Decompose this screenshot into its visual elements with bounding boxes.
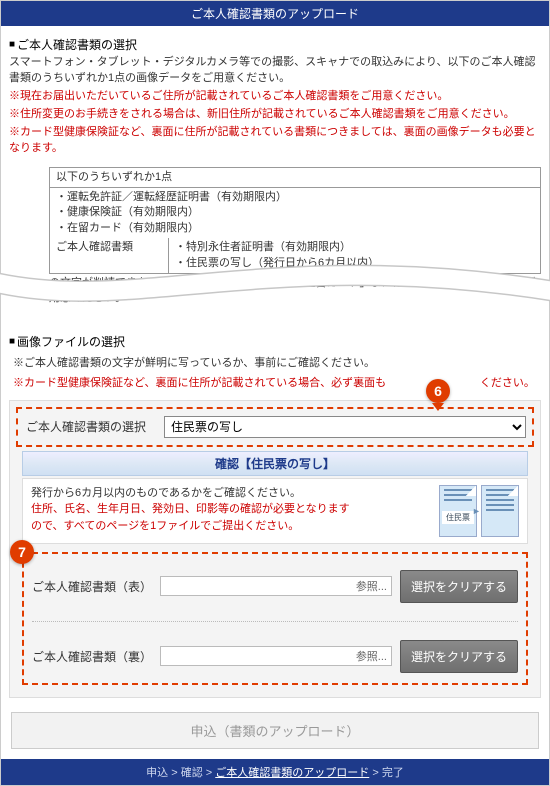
section1-desc: スマートフォン・タブレット・デジタルカメラ等での撮影、スキャナでの取込みにより、… (9, 55, 541, 87)
section-doc-select: ご本人確認書類の選択 スマートフォン・タブレット・デジタルカメラ等での撮影、スキ… (1, 26, 549, 163)
browse-text: 参照... (356, 648, 387, 664)
footer-step4: 完了 (382, 767, 404, 779)
section2-note2a: ※カード型健康保険証など、裏面に住所が記載されている場合、必ず裏面も (13, 377, 386, 389)
section1-warn2: ※住所変更のお手続きをされる場合は、新旧住所が記載されているご本人確認書類をご用… (9, 107, 541, 123)
upload-row-front: ご本人確認書類（表） 参照... 選択をクリアする (32, 564, 518, 609)
section1-warn1: ※現在お届出いただいているご住所が記載されているご本人確認書類をご用意ください。 (9, 89, 541, 105)
section2-note2b: ください。 (480, 377, 535, 389)
upload-front-input[interactable]: 参照... (160, 576, 392, 596)
doc-opt: ・住民票の写し（発行日から6カ月以内） (175, 256, 534, 271)
doc-side-label: ご本人確認書類 (49, 238, 169, 274)
confirm-line2: 住所、氏名、生年月日、発効日、印影等の確認が必要となります (31, 501, 429, 518)
doc-table-body: ・運転免許証／運転経歴証明書（有効期限内） ・健康保険証（有効期限内） ・在留カ… (49, 188, 541, 238)
confirm-bar: 確認【住民票の写し】 (22, 451, 528, 476)
doc-table-body2: ・特別永住者証明書（有効期限内） ・住民票の写し（発行日から6カ月以内） (169, 238, 541, 274)
callout-6: 6 (426, 379, 450, 403)
section2-note2: ※カード型健康保険証など、裏面に住所が記載されている場合、必ず裏面も アップロー… (1, 376, 549, 396)
section2-note1: ※ご本人確認書類の文字が鮮明に写っているか、事前にご確認ください。 (1, 356, 549, 376)
callout-7: 7 (10, 540, 34, 564)
sheet-back-icon (481, 485, 519, 537)
confirm-body: 発行から6カ月以内のものであるかをご確認ください。 住所、氏名、生年月日、発効日… (22, 478, 528, 544)
doc-table: 以下のうちいずれか1点 ・運転免許証／運転経歴証明書（有効期限内） ・健康保険証… (49, 167, 541, 307)
doc-table-head: 以下のうちいずれか1点 (49, 167, 541, 188)
footer-step2: 確認 (181, 767, 203, 779)
footer-step3-current: ご本人確認書類のアップロード (215, 767, 369, 779)
sep: > (203, 767, 216, 779)
sep: > (168, 767, 181, 779)
confirm-line1: 発行から6カ月以内のものであるかをご確認ください。 (31, 485, 429, 502)
page-header: ご本人確認書類のアップロード (1, 1, 549, 26)
browse-text: 参照... (356, 578, 387, 594)
confirm-line3: ので、すべてのページを1ファイルでご提出ください。 (31, 518, 429, 535)
section2-title: 画像ファイルの選択 (9, 333, 541, 350)
select-highlight: ご本人確認書類の選択 住民票の写し (16, 407, 534, 447)
submit-row: 申込（書類のアップロード） (1, 706, 549, 759)
doc-cut-note: の文字が判読できない場合、再度お さきましては「在留カード」または「特別永住者証… (49, 274, 541, 307)
footer-step1: 申込 (146, 767, 168, 779)
form-frame: 6 ご本人確認書類の選択 住民票の写し 確認【住民票の写し】 発行から6カ月以内… (9, 400, 541, 698)
section1-warn3: ※カード型健康保険証など、裏面に住所が記載されている書類につきましては、裏面の画… (9, 125, 541, 157)
doc-opt: ・運転免許証／運転経歴証明書（有効期限内） (56, 190, 534, 205)
upload-row-back: ご本人確認書類（裏） 参照... 選択をクリアする (32, 621, 518, 679)
clear-front-button[interactable]: 選択をクリアする (400, 570, 518, 603)
section-image-file: 画像ファイルの選択 (1, 333, 549, 356)
doc-opt: ・在留カード（有効期限内） (56, 221, 534, 236)
upload-back-label: ご本人確認書類（裏） (32, 648, 152, 665)
upload-highlight: 7 ご本人確認書類（表） 参照... 選択をクリアする ご本人確認書類（裏） 参… (22, 552, 528, 685)
doc-opt: ・健康保険証（有効期限内） (56, 205, 534, 220)
doc-type-select[interactable]: 住民票の写し (164, 416, 526, 438)
upload-back-input[interactable]: 参照... (160, 646, 392, 666)
section1-title: ご本人確認書類の選択 (9, 36, 541, 53)
footer-steps: 申込 > 確認 > ご本人確認書類のアップロード > 完了 (1, 759, 549, 785)
doc-opt: ・特別永住者証明書（有効期限内） (175, 240, 534, 255)
submit-button[interactable]: 申込（書類のアップロード） (11, 712, 539, 749)
doc-select-label: ご本人確認書類の選択 (26, 418, 146, 435)
sep: > (369, 767, 382, 779)
upload-front-label: ご本人確認書類（表） (32, 578, 152, 595)
sheet-label: 住民票 (442, 511, 474, 524)
clear-back-button[interactable]: 選択をクリアする (400, 640, 518, 673)
document-illustration: 住民票 (439, 485, 519, 537)
